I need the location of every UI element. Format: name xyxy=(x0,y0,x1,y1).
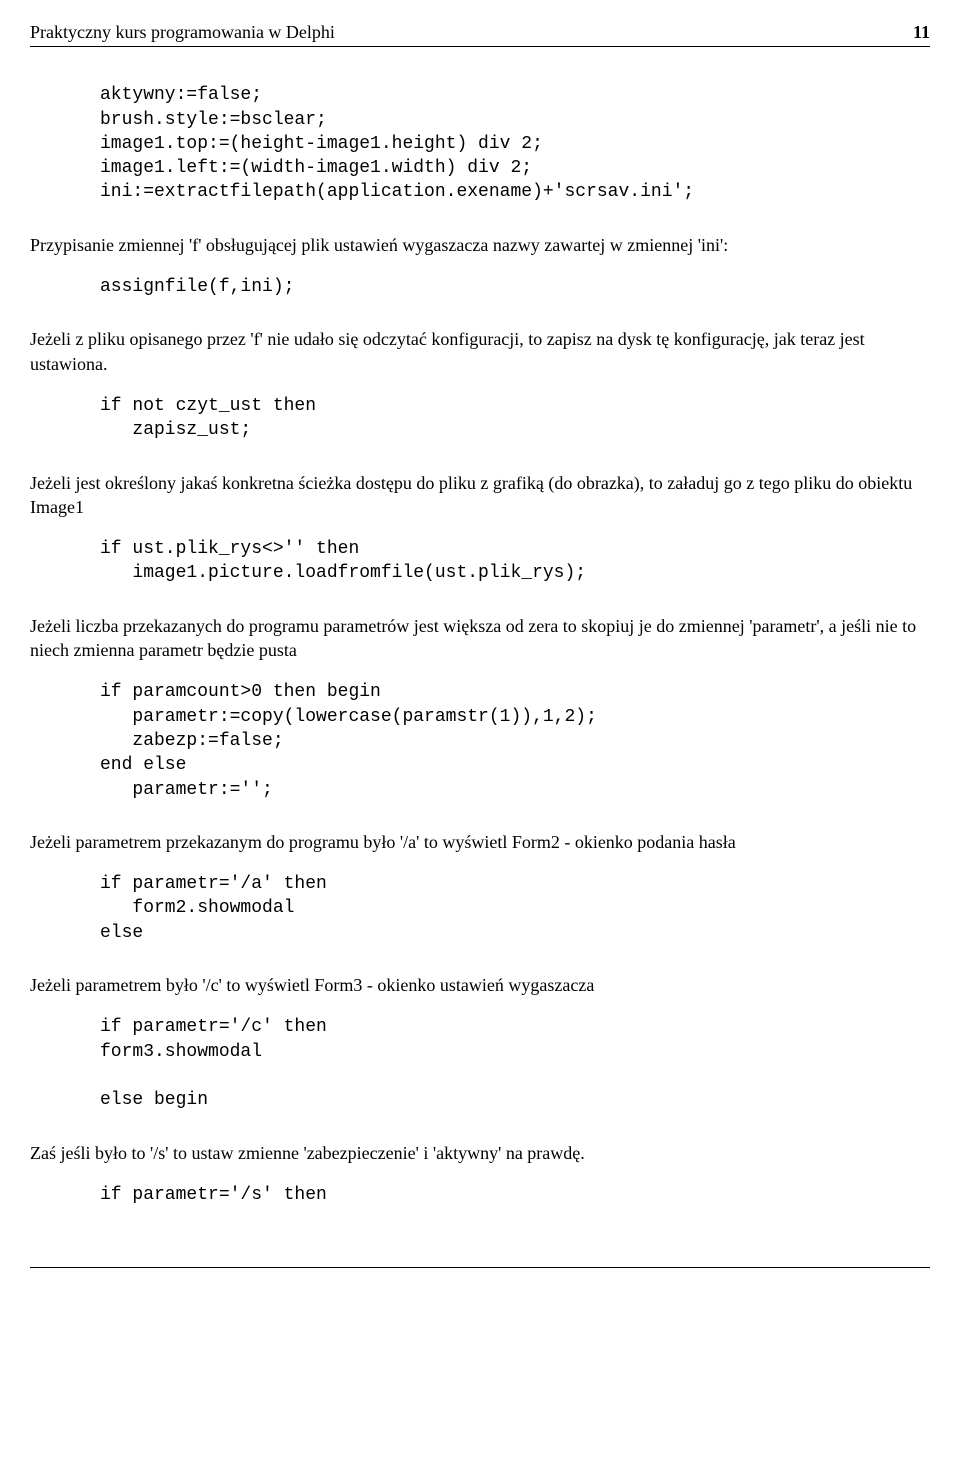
code-block-6: if parametr='/a' then form2.showmodal el… xyxy=(100,872,930,945)
paragraph: Zaś jeśli było to '/s' to ustaw zmienne … xyxy=(30,1141,930,1165)
running-title: Praktyczny kurs programowania w Delphi xyxy=(30,20,335,44)
paragraph: Jeżeli parametrem przekazanym do program… xyxy=(30,830,930,854)
code-block-1: aktywny:=false; brush.style:=bsclear; im… xyxy=(100,83,930,204)
paragraph: Jeżeli liczba przekazanych do programu p… xyxy=(30,614,930,663)
code-block-2: assignfile(f,ini); xyxy=(100,275,930,299)
running-header: Praktyczny kurs programowania w Delphi 1… xyxy=(30,20,930,47)
code-block-8: if parametr='/s' then xyxy=(100,1183,930,1207)
paragraph: Jeżeli z pliku opisanego przez 'f' nie u… xyxy=(30,327,930,376)
page-number: 11 xyxy=(913,20,930,44)
code-block-3: if not czyt_ust then zapisz_ust; xyxy=(100,394,930,443)
paragraph: Jeżeli parametrem było '/c' to wyświetl … xyxy=(30,973,930,997)
footer-rule xyxy=(30,1267,930,1268)
code-block-4: if ust.plik_rys<>'' then image1.picture.… xyxy=(100,537,930,586)
document-page: Praktyczny kurs programowania w Delphi 1… xyxy=(0,0,960,1308)
paragraph: Jeżeli jest określony jakaś konkretna śc… xyxy=(30,471,930,520)
code-block-5: if paramcount>0 then begin parametr:=cop… xyxy=(100,680,930,801)
paragraph: Przypisanie zmiennej 'f' obsługującej pl… xyxy=(30,233,930,257)
code-block-7: if parametr='/c' then form3.showmodal el… xyxy=(100,1015,930,1112)
